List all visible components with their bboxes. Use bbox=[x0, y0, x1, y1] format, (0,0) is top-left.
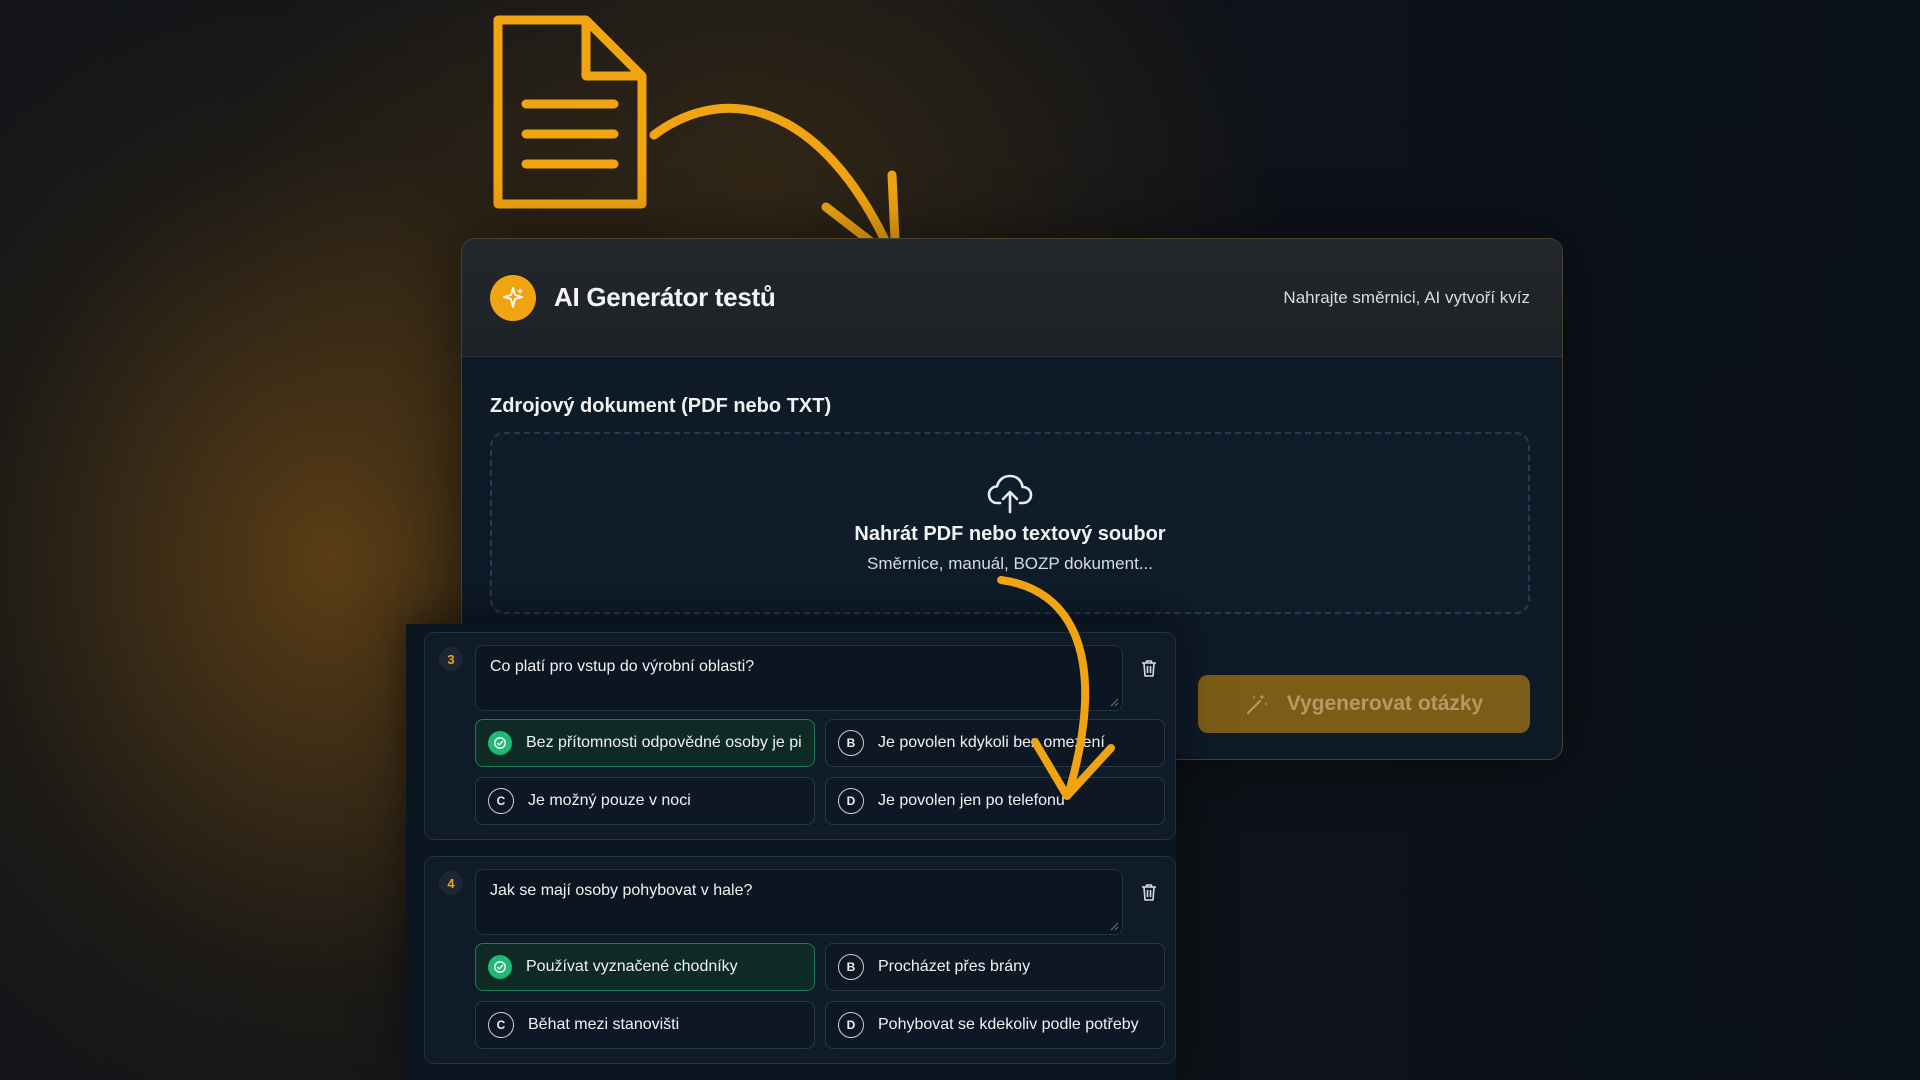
question-card: 3 Co platí pro vstup do výrobní oblasti?… bbox=[424, 632, 1176, 840]
answer-text: Bez přítomnosti odpovědné osoby je pi bbox=[526, 734, 802, 751]
source-label: Zdrojový dokument (PDF nebo TXT) bbox=[490, 395, 832, 417]
answer-option-c[interactable]: C Je možný pouze v noci bbox=[475, 777, 815, 825]
resize-grip-icon[interactable] bbox=[1109, 921, 1119, 931]
answer-text: Je povolen jen po telefonu bbox=[878, 792, 1065, 809]
answer-letter: D bbox=[838, 1012, 864, 1038]
answer-option-a[interactable]: Používat vyznačené chodníky bbox=[475, 943, 815, 991]
question-text: Jak se mají osoby pohybovat v hale? bbox=[490, 882, 753, 899]
answer-text: Procházet přes brány bbox=[878, 958, 1031, 975]
page-subtitle: Nahrajte směrnici, AI vytvoří kvíz bbox=[1283, 287, 1530, 307]
check-circle-icon bbox=[488, 731, 512, 755]
answer-option-b[interactable]: B Procházet přes brány bbox=[825, 943, 1165, 991]
answer-letter: D bbox=[838, 788, 864, 814]
question-text-input[interactable]: Co platí pro vstup do výrobní oblasti? bbox=[475, 645, 1123, 711]
answer-text: Běhat mezi stanovišti bbox=[528, 1016, 680, 1033]
answer-option-c[interactable]: C Běhat mezi stanovišti bbox=[475, 1001, 815, 1049]
answer-text: Pohybovat se kdekoliv podle potřeby bbox=[878, 1016, 1139, 1033]
generate-questions-button[interactable]: Vygenerovat otázky bbox=[1198, 675, 1530, 733]
delete-question-button[interactable] bbox=[1139, 881, 1159, 903]
page-title: AI Generátor testů bbox=[554, 282, 776, 312]
generate-button-label: Vygenerovat otázky bbox=[1286, 692, 1484, 715]
questions-panel: 3 Co platí pro vstup do výrobní oblasti?… bbox=[406, 624, 1176, 1080]
delete-question-button[interactable] bbox=[1139, 657, 1159, 679]
answer-text: Používat vyznačené chodníky bbox=[526, 958, 738, 975]
cloud-upload-icon bbox=[987, 474, 1033, 513]
trash-icon bbox=[1142, 660, 1156, 677]
generator-header: AI Generátor testů Nahrajte směrnici, AI… bbox=[462, 239, 1562, 357]
question-number: 4 bbox=[439, 871, 463, 895]
resize-grip-icon[interactable] bbox=[1109, 697, 1119, 707]
upload-title: Nahrát PDF nebo textový soubor bbox=[854, 522, 1166, 545]
document-icon bbox=[493, 15, 647, 209]
sparkle-icon bbox=[490, 274, 536, 321]
answer-option-d[interactable]: D Pohybovat se kdekoliv podle potřeby bbox=[825, 1001, 1165, 1049]
answer-text: Je povolen kdykoli bez omezení bbox=[878, 734, 1105, 751]
answer-letter: C bbox=[488, 1012, 514, 1038]
trash-icon bbox=[1142, 884, 1156, 901]
question-text-input[interactable]: Jak se mají osoby pohybovat v hale? bbox=[475, 869, 1123, 935]
upload-hint: Směrnice, manuál, BOZP dokument... bbox=[867, 553, 1153, 573]
question-number: 3 bbox=[439, 647, 463, 671]
answer-letter: C bbox=[488, 788, 514, 814]
answer-option-a[interactable]: Bez přítomnosti odpovědné osoby je pi bbox=[475, 719, 815, 767]
answer-text: Je možný pouze v noci bbox=[528, 792, 691, 809]
answer-option-d[interactable]: D Je povolen jen po telefonu bbox=[825, 777, 1165, 825]
answer-letter: B bbox=[838, 730, 864, 756]
question-text: Co platí pro vstup do výrobní oblasti? bbox=[490, 658, 755, 675]
upload-dropzone[interactable]: Nahrát PDF nebo textový soubor Směrnice,… bbox=[490, 432, 1530, 614]
question-card: 4 Jak se mají osoby pohybovat v hale? Po… bbox=[424, 856, 1176, 1064]
answer-option-b[interactable]: B Je povolen kdykoli bez omezení bbox=[825, 719, 1165, 767]
check-circle-icon bbox=[488, 955, 512, 979]
answer-letter: B bbox=[838, 954, 864, 980]
answer-options: Bez přítomnosti odpovědné osoby je pi B … bbox=[475, 719, 1165, 825]
magic-wand-icon bbox=[1246, 694, 1268, 715]
answer-options: Používat vyznačené chodníky B Procházet … bbox=[475, 943, 1165, 1049]
